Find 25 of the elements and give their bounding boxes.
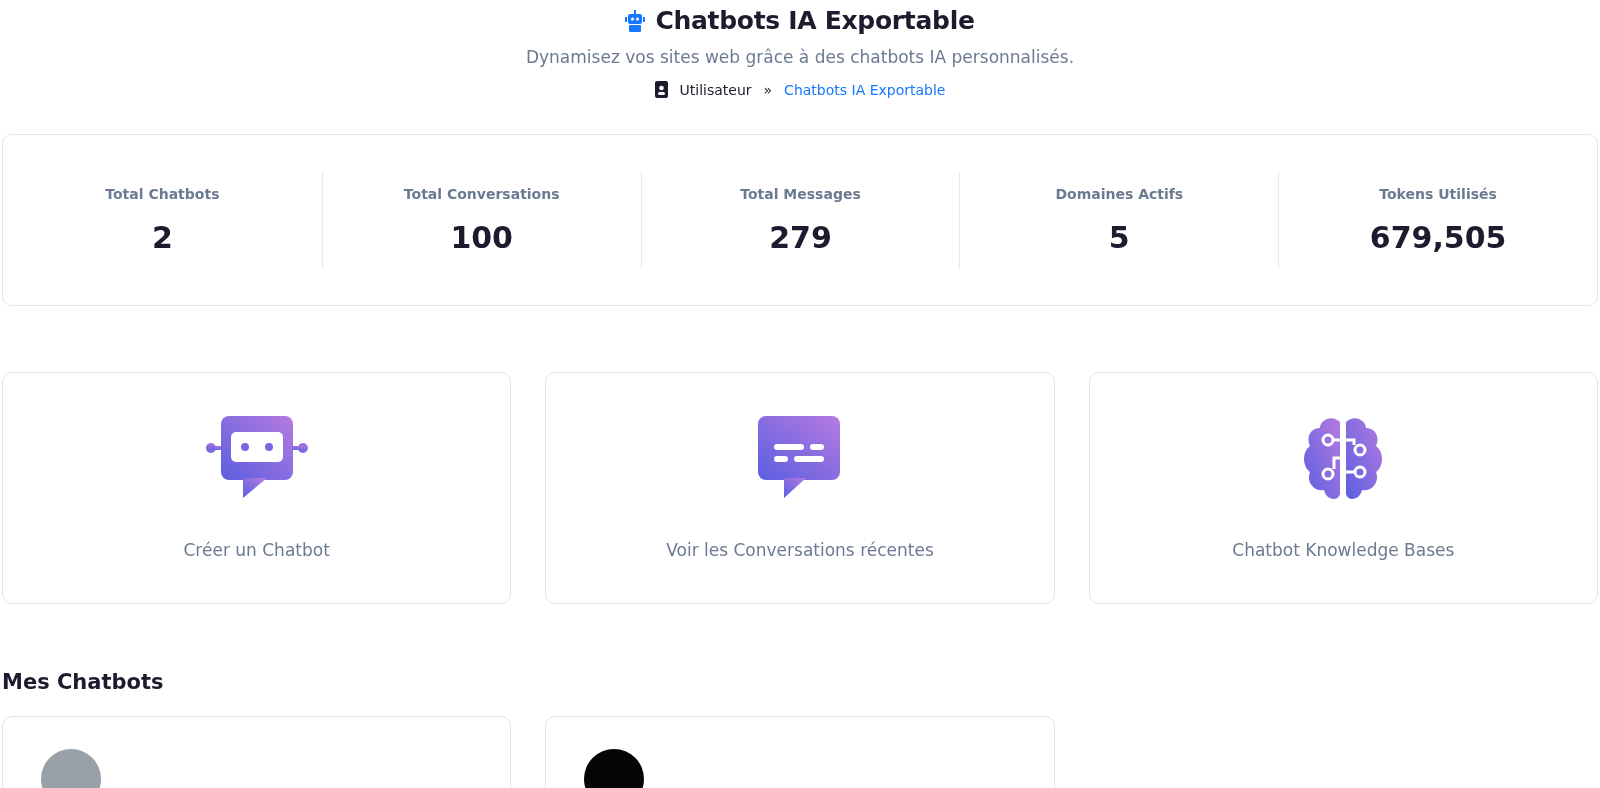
chat-bubble-icon (758, 416, 842, 500)
section-title: Mes Chatbots (2, 670, 165, 694)
stat-label: Domaines Actifs (1055, 185, 1184, 202)
stat-value: 100 (450, 219, 513, 255)
chatbot-card[interactable] (545, 716, 1055, 788)
page-subtitle: Dynamisez vos sites web grâce à des chatbots IA personnalisés. (525, 47, 1075, 67)
action-card[interactable]: Voir les Conversations récentes (545, 372, 1055, 604)
stat-value: 679,505 (1369, 219, 1507, 255)
breadcrumb-item[interactable]: Utilisateur (679, 81, 752, 98)
stat-label: Total Messages (740, 185, 861, 202)
robot-icon (625, 9, 646, 32)
page-title: Chatbots IA Exportable (655, 6, 975, 35)
stat-value: 2 (151, 219, 173, 255)
robot-chat-icon (204, 416, 309, 500)
stat-label: Total Conversations (403, 185, 560, 202)
brain-circuit-icon (1302, 416, 1385, 500)
breadcrumb-separator: » (763, 81, 773, 98)
stat-value: 5 (1108, 219, 1130, 255)
breadcrumb-link[interactable]: Chatbots IA Exportable (784, 81, 946, 98)
stat-label: Total Chatbots (105, 185, 220, 202)
action-card[interactable]: Créer un Chatbot (2, 372, 512, 604)
stat-value: 279 (769, 219, 832, 255)
action-card[interactable]: Chatbot Knowledge Bases (1088, 372, 1598, 604)
stat-label: Tokens Utilisés (1379, 185, 1497, 202)
contact-card-icon (654, 81, 668, 98)
